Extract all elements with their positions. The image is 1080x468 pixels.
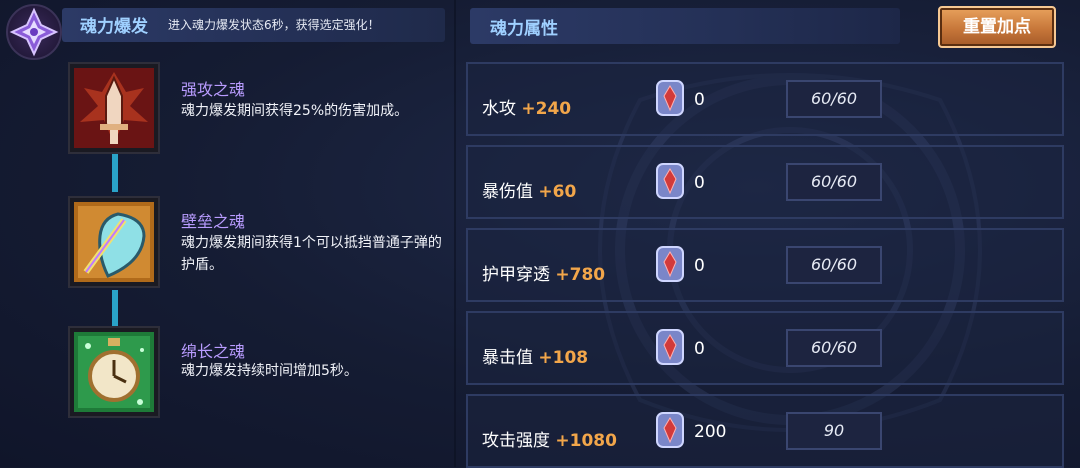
burst-title: 魂力爆发 (80, 17, 148, 37)
gem-count: 0 (694, 90, 705, 110)
talent-description: 魂力爆发期间获得1个可以抵挡普通子弹的护盾。 (181, 235, 442, 273)
burst-description: 进入魂力爆发状态6秒，获得选定强化！ (168, 18, 380, 32)
gem-count: 0 (694, 339, 705, 359)
gem-count: 0 (694, 256, 705, 276)
attribute-row: 护甲穿透 +780 0 60/60 (466, 228, 1064, 302)
attribute-label: 暴击值 +108 (482, 348, 589, 368)
attribute-row: 攻击强度 +1080 200 90 (466, 394, 1064, 468)
soul-gem-icon (656, 412, 684, 448)
soul-burst-icon (6, 4, 62, 60)
attribute-level[interactable]: 60/60 (786, 246, 882, 284)
panel-divider (454, 0, 456, 467)
attribute-row: 暴伤值 +60 0 60/60 (466, 145, 1064, 219)
gem-count: 0 (694, 173, 705, 193)
attribute-bonus: +780 (555, 265, 606, 285)
attribute-bonus: +60 (538, 182, 577, 202)
talent-description: 魂力爆发持续时间增加5秒。 (181, 363, 358, 379)
attribute-label: 暴伤值 +60 (482, 182, 577, 202)
talent-description: 魂力爆发期间获得25%的伤害加成。 (181, 103, 409, 119)
talent-name: 强攻之魂 (181, 80, 246, 99)
reset-points-button[interactable]: 重置加点 (938, 6, 1056, 48)
talent-connector (112, 154, 118, 192)
shield-icon[interactable] (68, 196, 160, 288)
talent-connector (112, 290, 118, 326)
soul-gem-icon (656, 163, 684, 199)
soul-gem-icon (656, 329, 684, 365)
attribute-label: 护甲穿透 +780 (482, 265, 606, 285)
stopwatch-icon[interactable] (68, 326, 160, 418)
gem-count: 200 (694, 422, 727, 442)
attribute-level[interactable]: 60/60 (786, 329, 882, 367)
attribute-level[interactable]: 60/60 (786, 80, 882, 118)
attribute-level[interactable]: 90 (786, 412, 882, 450)
attribute-label: 攻击强度 +1080 (482, 431, 617, 451)
attribute-level[interactable]: 60/60 (786, 163, 882, 201)
soul-gem-icon (656, 246, 684, 282)
talent-name: 壁垒之魂 (181, 212, 246, 231)
attribute-label: 水攻 +240 (482, 99, 572, 119)
attribute-row: 水攻 +240 0 60/60 (466, 62, 1064, 136)
burst-header: 魂力爆发 进入魂力爆发状态6秒，获得选定强化！ (0, 0, 450, 60)
attribute-bonus: +1080 (555, 431, 617, 451)
attribute-bonus: +240 (521, 99, 572, 119)
attribute-bonus: +108 (538, 348, 589, 368)
attribute-title: 魂力属性 (490, 19, 558, 39)
sword-icon[interactable] (68, 62, 160, 154)
soul-gem-icon (656, 80, 684, 116)
attribute-row: 暴击值 +108 0 60/60 (466, 311, 1064, 385)
talent-name: 绵长之魂 (181, 342, 246, 361)
